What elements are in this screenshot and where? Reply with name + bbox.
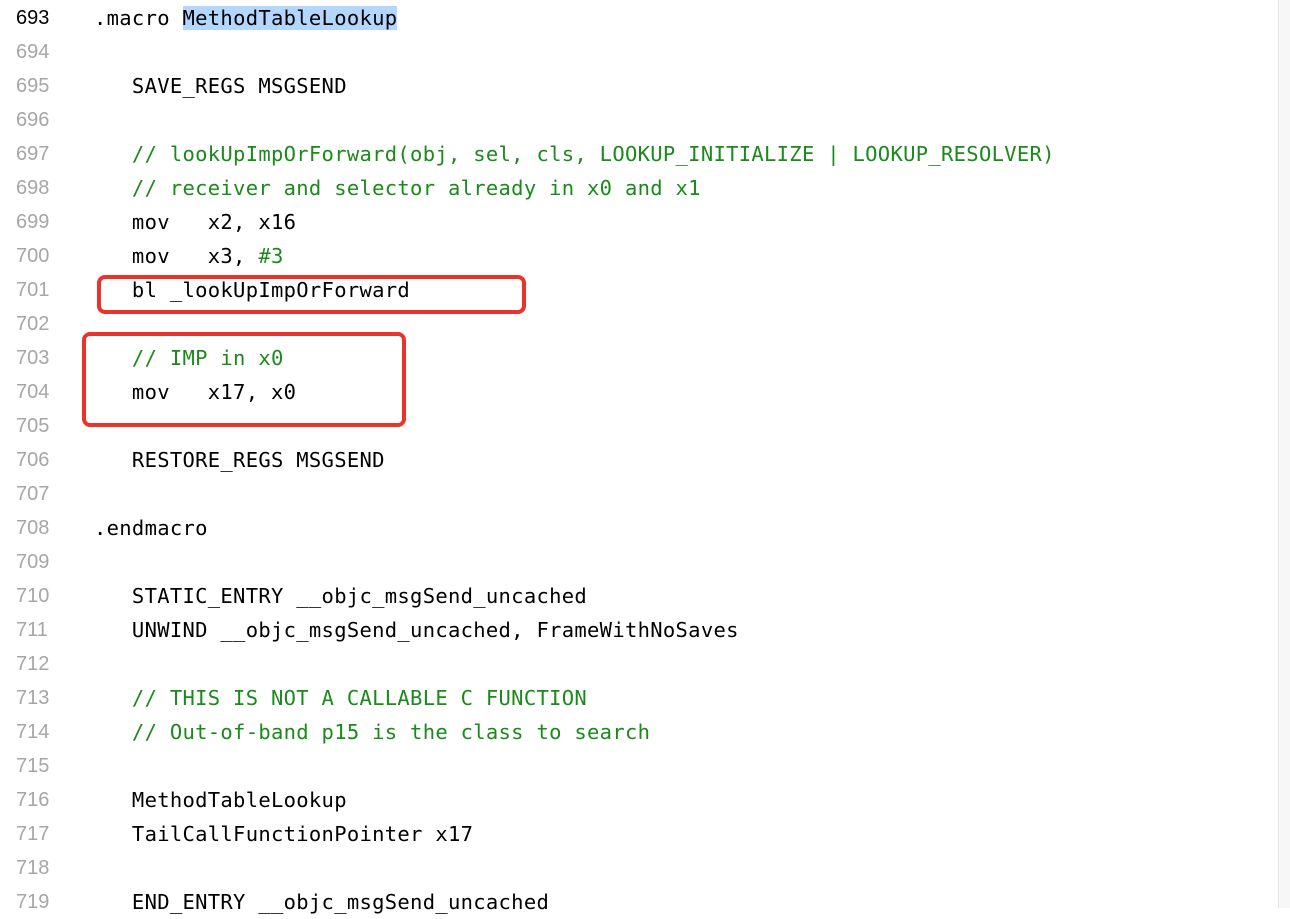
line-number: 718 [16,857,50,879]
code-comment: // THIS IS NOT A CALLABLE C FUNCTION [94,686,588,710]
selected-text[interactable]: MethodTableLookup [182,6,398,30]
code-line[interactable]: 695 SAVE_REGS MSGSEND [0,69,1278,103]
line-number: 715 [16,755,50,777]
code-line[interactable]: 693 .macro MethodTableLookup [0,1,1278,35]
line-number: 717 [16,823,50,845]
code-editor[interactable]: 693 .macro MethodTableLookup 694 695 SAVE_R… [0,0,1278,914]
code-text: TailCallFunctionPointer x17 [94,822,474,846]
line-number: 710 [16,585,50,607]
line-number: 700 [16,245,50,267]
line-number: 696 [16,109,50,131]
line-number: 714 [16,721,50,743]
code-line[interactable]: 713 // THIS IS NOT A CALLABLE C FUNCTION [0,681,1278,715]
code-text: .endmacro [94,516,208,540]
line-number: 698 [16,177,50,199]
code-text: RESTORE_REGS MSGSEND [94,448,385,472]
line-number: 708 [16,517,50,539]
line-number: 695 [16,75,50,97]
code-text: // receiver and selector already in x0 a… [94,171,701,205]
code-line[interactable]: 706 RESTORE_REGS MSGSEND [0,443,1278,477]
code-text: .macro MethodTableLookup [94,6,398,30]
code-line[interactable]: 714 // Out-of-band p15 is the class to s… [0,715,1278,749]
code-text: // lookUpImpOrForward(obj, sel, cls, LOO… [94,137,1055,171]
line-number: 713 [16,687,50,709]
code-text: // THIS IS NOT A CALLABLE C FUNCTION [94,681,587,715]
code-line[interactable]: 694 [0,35,1278,69]
code-comment: // receiver and selector already in x0 a… [94,176,701,200]
code-line[interactable]: 709 [0,545,1278,579]
code-line[interactable]: 700 mov x3, #3 [0,239,1278,273]
line-number: 702 [16,313,50,335]
numeric-literal: #3 [258,244,284,268]
code-line[interactable]: 696 [0,103,1278,137]
line-number: 694 [16,41,50,63]
code-text: // Out-of-band p15 is the class to searc… [94,715,650,749]
code-line[interactable]: 699 mov x2, x16 [0,205,1278,239]
line-number: 709 [16,551,50,573]
code-line[interactable]: 708 .endmacro [0,511,1278,545]
code-text: mov x3, #3 [94,244,284,268]
code-line[interactable]: 715 [0,749,1278,783]
line-number: 693 [16,7,50,29]
code-comment: // Out-of-band p15 is the class to searc… [94,720,651,744]
code-text: END_ENTRY __objc_msgSend_uncached [94,890,550,914]
code-comment: // lookUpImpOrForward(obj, sel, cls, LOO… [94,142,1055,166]
code-line[interactable]: 698 // receiver and selector already in … [0,171,1278,205]
line-number: 705 [16,415,50,437]
line-number: 712 [16,653,50,675]
line-number: 719 [16,891,50,913]
line-number: 697 [16,143,50,165]
line-number: 711 [16,619,48,641]
line-number: 704 [16,381,50,403]
code-line[interactable]: 716 MethodTableLookup [0,783,1278,817]
code-line[interactable]: 719 END_ENTRY __objc_msgSend_uncached [0,885,1278,919]
code-text: STATIC_ENTRY __objc_msgSend_uncached [94,584,588,608]
code-line[interactable]: 697 // lookUpImpOrForward(obj, sel, cls,… [0,137,1278,171]
code-line[interactable]: 712 [0,647,1278,681]
code-text: mov x2, x16 [94,210,297,234]
highlight-box-bl-call [97,275,526,314]
line-number: 699 [16,211,50,233]
code-line[interactable]: 711 UNWIND __objc_msgSend_uncached, Fram… [0,613,1278,647]
code-line[interactable]: 717 TailCallFunctionPointer x17 [0,817,1278,851]
line-number: 707 [16,483,50,505]
code-text: UNWIND __objc_msgSend_uncached, FrameWit… [94,618,739,642]
vertical-scrollbar[interactable] [1278,0,1290,908]
code-text: SAVE_REGS MSGSEND [94,74,347,98]
highlight-box-imp-result [82,332,406,427]
line-number: 703 [16,347,50,369]
code-line[interactable]: 710 STATIC_ENTRY __objc_msgSend_uncached [0,579,1278,613]
line-number: 706 [16,449,50,471]
code-text: MethodTableLookup [94,788,347,812]
line-number: 716 [16,789,50,811]
code-line[interactable]: 718 [0,851,1278,885]
line-number: 701 [16,279,50,301]
code-line[interactable]: 707 [0,477,1278,511]
